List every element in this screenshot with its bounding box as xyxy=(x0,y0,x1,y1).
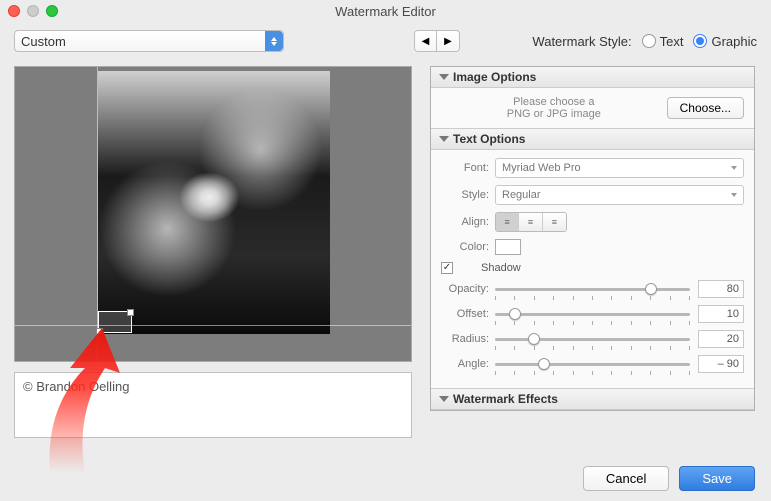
text-options-title: Text Options xyxy=(453,132,525,146)
shadow-checkbox[interactable] xyxy=(441,262,453,274)
footer-buttons: Cancel Save xyxy=(583,466,755,491)
preset-select[interactable]: Custom xyxy=(14,30,284,52)
font-label: Font: xyxy=(441,162,495,174)
angle-value[interactable]: – 90 xyxy=(698,355,744,373)
copyright-input[interactable]: © Brandon Oelling xyxy=(14,372,412,438)
choose-button[interactable]: Choose... xyxy=(667,97,744,119)
image-options-title: Image Options xyxy=(453,70,536,84)
window-title: Watermark Editor xyxy=(0,4,771,19)
opacity-label: Opacity: xyxy=(441,283,495,295)
watermark-style-label: Watermark Style: xyxy=(532,34,631,49)
watermark-style-group: Watermark Style: Text Graphic xyxy=(532,34,757,49)
preview-photo xyxy=(98,71,330,334)
guide-horizontal xyxy=(15,325,411,326)
preset-selected-label: Custom xyxy=(21,34,66,49)
radio-text[interactable]: Text xyxy=(642,34,684,49)
preview-nav-segmented: ◀ ▶ xyxy=(414,30,460,52)
hint-line1: Please choose a xyxy=(441,96,667,108)
opacity-value[interactable]: 80 xyxy=(698,280,744,298)
shadow-label: Shadow xyxy=(481,262,521,274)
preview-area[interactable] xyxy=(14,66,412,362)
watermark-handle[interactable] xyxy=(98,311,132,333)
align-center-icon[interactable]: ≡ xyxy=(519,213,542,231)
disclosure-icon xyxy=(439,136,449,142)
color-label: Color: xyxy=(441,241,495,253)
radius-value[interactable]: 20 xyxy=(698,330,744,348)
offset-slider[interactable] xyxy=(495,305,690,323)
disclosure-icon xyxy=(439,396,449,402)
align-segmented[interactable]: ≡ ≡ ≡ xyxy=(495,212,567,232)
radio-icon xyxy=(693,34,707,48)
style-label: Style: xyxy=(441,189,495,201)
align-label: Align: xyxy=(441,216,495,228)
text-options-header[interactable]: Text Options xyxy=(431,128,754,150)
angle-label: Angle: xyxy=(441,358,495,370)
angle-slider[interactable] xyxy=(495,355,690,373)
save-button[interactable]: Save xyxy=(679,466,755,491)
radius-slider[interactable] xyxy=(495,330,690,348)
options-panel: Image Options Please choose a PNG or JPG… xyxy=(430,66,755,411)
chevron-updown-icon xyxy=(265,31,283,51)
opacity-slider[interactable] xyxy=(495,280,690,298)
cancel-button[interactable]: Cancel xyxy=(583,466,669,491)
offset-value[interactable]: 10 xyxy=(698,305,744,323)
color-swatch[interactable] xyxy=(495,239,521,255)
image-options-body: Please choose a PNG or JPG image Choose.… xyxy=(431,88,754,128)
next-button[interactable]: ▶ xyxy=(437,31,459,51)
font-value: Myriad Web Pro xyxy=(502,162,581,174)
radio-graphic[interactable]: Graphic xyxy=(693,34,757,49)
titlebar: Watermark Editor xyxy=(0,0,771,22)
offset-label: Offset: xyxy=(441,308,495,320)
toolbar: Custom ◀ ▶ Watermark Style: Text Graphic xyxy=(0,22,771,60)
style-value: Regular xyxy=(502,189,541,201)
disclosure-icon xyxy=(439,74,449,80)
radio-graphic-label: Graphic xyxy=(711,34,757,49)
radio-icon xyxy=(642,34,656,48)
right-column: Image Options Please choose a PNG or JPG… xyxy=(430,60,755,438)
image-options-header[interactable]: Image Options xyxy=(431,67,754,88)
left-column: © Brandon Oelling xyxy=(14,60,412,438)
text-options-body: Font: Myriad Web Pro Style: Regular xyxy=(431,150,754,388)
prev-button[interactable]: ◀ xyxy=(415,31,437,51)
copyright-text: © Brandon Oelling xyxy=(23,379,129,394)
watermark-effects-header[interactable]: Watermark Effects xyxy=(431,388,754,410)
hint-line2: PNG or JPG image xyxy=(441,108,667,120)
watermark-effects-title: Watermark Effects xyxy=(453,392,558,406)
style-select[interactable]: Regular xyxy=(495,185,744,205)
radio-text-label: Text xyxy=(660,34,684,49)
font-select[interactable]: Myriad Web Pro xyxy=(495,158,744,178)
align-right-icon[interactable]: ≡ xyxy=(543,213,566,231)
radius-label: Radius: xyxy=(441,333,495,345)
image-options-hint: Please choose a PNG or JPG image xyxy=(441,96,667,120)
align-left-icon[interactable]: ≡ xyxy=(496,213,519,231)
